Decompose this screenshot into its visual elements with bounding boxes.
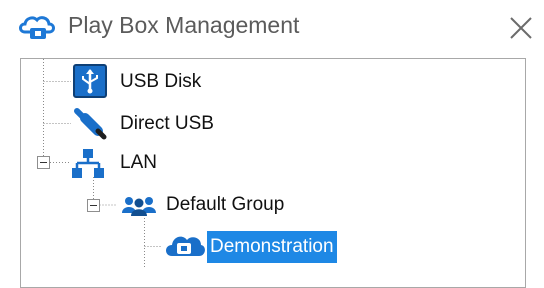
tree-node-default-group[interactable]: Default Group	[163, 189, 287, 221]
play-box-icon	[166, 236, 205, 256]
lan-collapse-toggle[interactable]	[37, 156, 50, 169]
default-group-collapse-toggle[interactable]	[87, 199, 100, 212]
title-bar: Play Box Management	[0, 0, 544, 56]
tree-node-lan[interactable]: LAN	[117, 147, 160, 179]
cloud-box-icon	[19, 16, 55, 39]
network-icon	[72, 149, 104, 178]
device-tree[interactable]: USB Disk Direct USB LAN Default Group De…	[20, 58, 526, 288]
usb-disk-icon	[73, 64, 107, 98]
tree-node-direct-usb[interactable]: Direct USB	[117, 108, 217, 140]
close-button[interactable]	[506, 13, 536, 43]
tree-node-demonstration[interactable]: Demonstration	[207, 231, 337, 263]
close-icon	[510, 17, 532, 39]
window-title: Play Box Management	[68, 12, 300, 38]
tree-node-usb-disk[interactable]: USB Disk	[117, 66, 204, 98]
group-icon	[122, 197, 156, 216]
usb-cable-icon	[74, 108, 107, 140]
